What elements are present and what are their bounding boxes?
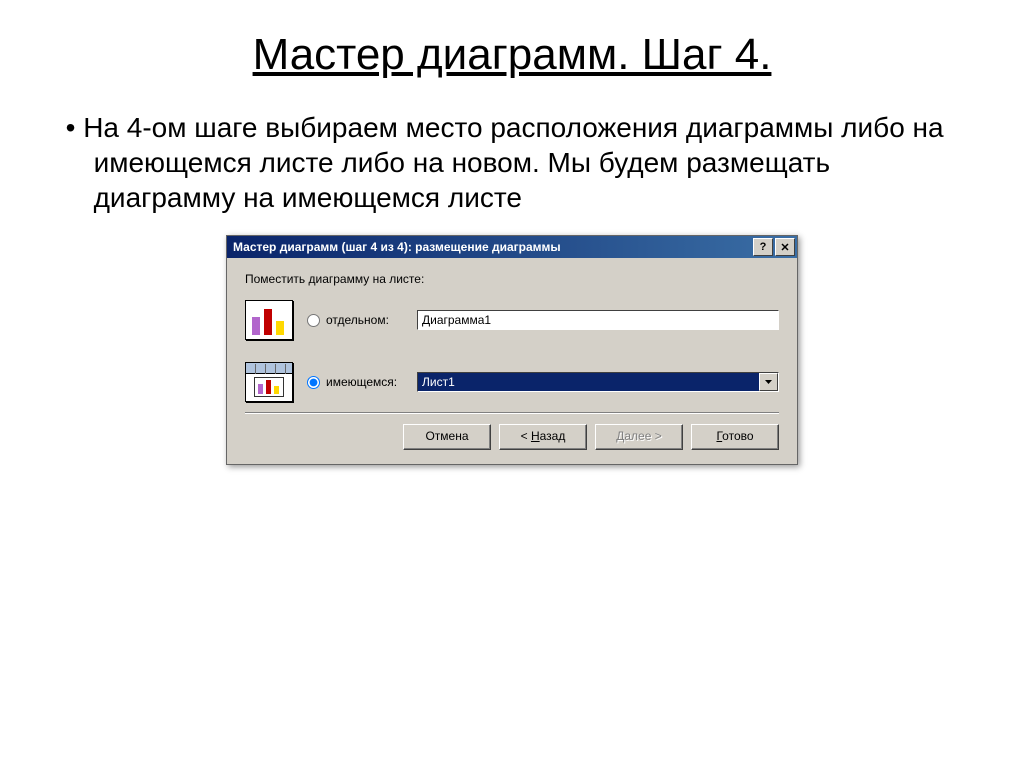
radio-separate[interactable] xyxy=(307,314,320,327)
cancel-button[interactable]: Отмена xyxy=(403,424,491,450)
finish-button[interactable]: Готово xyxy=(691,424,779,450)
existing-sheet-icon xyxy=(245,362,293,402)
radio-existing-label: имеющемся: xyxy=(326,375,397,389)
chart-wizard-dialog: Мастер диаграмм (шаг 4 из 4): размещение… xyxy=(226,235,798,465)
titlebar-help-button[interactable]: ? xyxy=(753,238,773,256)
separator xyxy=(245,412,779,414)
radio-separate-label: отдельном: xyxy=(326,313,389,327)
combo-dropdown-button[interactable] xyxy=(759,373,778,391)
dialog-button-row: Отмена < Назад Далее > Готово xyxy=(245,424,779,450)
slide: Мастер диаграмм. Шаг 4. На 4-ом шаге выб… xyxy=(0,0,1024,768)
next-button: Далее > xyxy=(595,424,683,450)
dialog-wrap: Мастер диаграмм (шаг 4 из 4): размещение… xyxy=(60,235,964,465)
radio-separate-wrap[interactable]: отдельном: xyxy=(307,313,417,327)
existing-sheet-combo-value: Лист1 xyxy=(418,373,759,391)
dialog-title: Мастер диаграмм (шаг 4 из 4): размещение… xyxy=(233,240,751,254)
slide-bullet: На 4-ом шаге выбираем место расположения… xyxy=(60,110,964,215)
radio-existing[interactable] xyxy=(307,376,320,389)
radio-existing-wrap[interactable]: имеющемся: xyxy=(307,375,417,389)
titlebar-close-button[interactable]: ✕ xyxy=(775,238,795,256)
option-row-existing: имеющемся: Лист1 xyxy=(245,362,779,402)
existing-sheet-combo[interactable]: Лист1 xyxy=(417,372,779,392)
option-row-separate: отдельном: xyxy=(245,300,779,340)
back-button[interactable]: < Назад xyxy=(499,424,587,450)
help-icon: ? xyxy=(760,241,767,253)
separate-sheet-name-input[interactable] xyxy=(417,310,779,330)
chevron-down-icon xyxy=(765,380,772,384)
placement-instruction: Поместить диаграмму на листе: xyxy=(245,272,779,286)
dialog-titlebar[interactable]: Мастер диаграмм (шаг 4 из 4): размещение… xyxy=(227,236,797,258)
dialog-client-area: Поместить диаграмму на листе: отдельном: xyxy=(227,258,797,464)
close-icon: ✕ xyxy=(780,241,789,254)
slide-title: Мастер диаграмм. Шаг 4. xyxy=(60,30,964,80)
separate-sheet-icon xyxy=(245,300,293,340)
